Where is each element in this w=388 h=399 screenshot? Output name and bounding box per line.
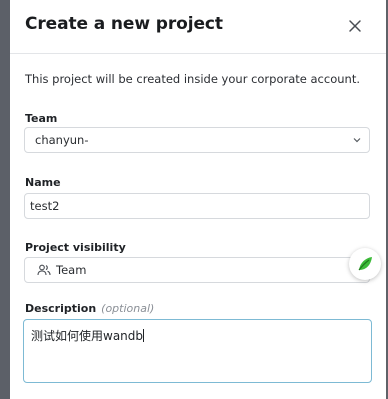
team-select-value: chanyun- [35,133,89,147]
dialog-title: Create a new project [25,14,223,34]
text-caret [143,329,145,342]
description-label-text: Description [25,302,97,315]
team-label: Team [25,112,58,125]
name-label: Name [25,176,61,189]
team-select[interactable]: chanyun- [24,127,370,153]
visibility-select[interactable]: Team [24,257,370,283]
description-label: Description (optional) [25,302,154,315]
dialog-header: Create a new project [10,0,386,54]
create-project-dialog: Create a new project This project will b… [10,0,386,399]
description-value: 测试如何使用wandb [31,329,144,343]
assistant-fab-button[interactable] [349,248,381,280]
name-input-value: test2 [30,199,60,213]
name-input[interactable]: test2 [24,193,370,219]
description-textarea[interactable]: 测试如何使用wandb [23,319,372,383]
visibility-select-value: Team [56,263,87,277]
chevron-down-icon [353,138,361,143]
optional-hint: (optional) [101,302,155,315]
visibility-label: Project visibility [25,241,126,254]
team-icon [37,264,51,276]
dialog-intro-text: This project will be created inside your… [25,72,360,86]
close-icon [349,20,361,32]
close-button[interactable] [344,15,366,37]
leaf-icon [358,257,372,271]
